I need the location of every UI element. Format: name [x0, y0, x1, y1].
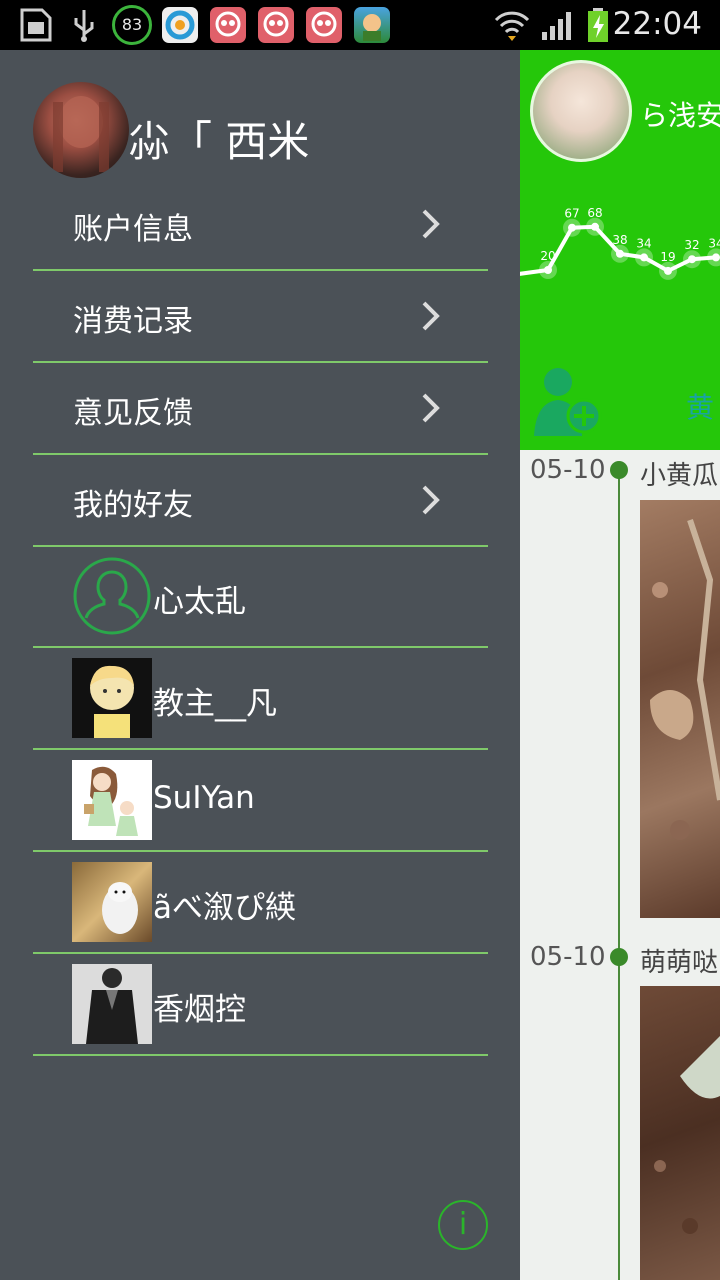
main-content-peek[interactable]: ら浅安 20 67 68 38 34 19 32 34 黄 05-10 小黄瓜 05-10 萌… — [520, 50, 720, 1280]
data-point — [664, 266, 672, 275]
friend-name: 心太乱 — [153, 584, 246, 620]
sim-card-icon — [20, 8, 52, 42]
friend-item[interactable]: 心太乱 — [33, 546, 488, 648]
info-icon[interactable]: i — [438, 1200, 488, 1250]
user-name: 尛「 西米 — [128, 117, 310, 166]
navigation-drawer: 尛「 西米 账户信息 消费记录 意见反馈 我的好友 心太乱 教主__凡 SuIY… — [0, 50, 520, 1280]
data-label: 20 — [540, 249, 555, 263]
menu-item-account-info[interactable]: 账户信息 — [33, 178, 488, 271]
default-avatar-icon — [72, 556, 152, 636]
battery-charging-icon — [588, 8, 608, 42]
data-label: 67 — [564, 207, 579, 221]
data-label: 38 — [612, 233, 627, 247]
trend-chart: 20 67 68 38 34 19 32 34 — [520, 206, 720, 280]
wifi-icon — [494, 11, 530, 41]
data-point — [544, 266, 552, 274]
menu-item-label: 我的好友 — [73, 488, 193, 523]
data-point — [568, 223, 576, 232]
data-point — [591, 222, 599, 231]
menu-item-label: 意见反馈 — [73, 396, 193, 431]
timeline-date: 05-10 — [530, 942, 606, 972]
timeline-date: 05-10 — [530, 455, 606, 485]
menu-item-label: 账户信息 — [73, 212, 193, 247]
data-point — [688, 255, 696, 264]
clock: 22:04 — [612, 6, 702, 42]
timeline-dot — [610, 461, 628, 479]
friend-name: SuIYan — [153, 780, 255, 816]
game-icon — [354, 7, 390, 43]
app-icon-3 — [306, 7, 342, 43]
qq-browser-icon — [162, 7, 198, 43]
data-label: 34 — [636, 236, 651, 250]
data-label: 68 — [587, 206, 602, 220]
app-icon-2 — [258, 7, 294, 43]
chevron-right-icon — [422, 393, 440, 423]
app-icon-1 — [210, 7, 246, 43]
data-point — [616, 249, 624, 258]
friend-avatar — [72, 658, 152, 738]
data-point — [712, 253, 720, 262]
chevron-right-icon — [422, 485, 440, 515]
add-friend-icon[interactable] — [528, 358, 608, 438]
menu-item-my-friends[interactable]: 我的好友 — [33, 454, 488, 547]
data-point — [640, 253, 648, 262]
profile-subname: 黄 — [686, 391, 715, 424]
chevron-right-icon — [422, 209, 440, 239]
timeline-title: 小黄瓜 — [640, 461, 719, 491]
data-label: 34 — [708, 236, 720, 250]
battery-badge-icon: 83 — [112, 5, 152, 45]
profile-avatar[interactable] — [530, 60, 632, 162]
friend-avatar — [72, 964, 152, 1044]
user-avatar[interactable] — [33, 82, 129, 178]
friend-avatar — [72, 760, 152, 840]
friend-item[interactable]: 香烟控 — [33, 954, 488, 1056]
signal-icon — [542, 12, 571, 40]
profile-header: ら浅安 20 67 68 38 34 19 32 34 黄 — [520, 50, 720, 450]
timeline-dot — [610, 948, 628, 966]
friend-avatar — [72, 862, 152, 942]
friend-name: 香烟控 — [153, 992, 246, 1028]
timeline-photo[interactable] — [640, 500, 720, 918]
timeline-line — [618, 470, 620, 1280]
data-label: 32 — [684, 238, 699, 252]
menu-item-feedback[interactable]: 意见反馈 — [33, 362, 488, 455]
chevron-right-icon — [422, 301, 440, 331]
data-label: 19 — [660, 250, 675, 264]
menu-item-label: 消费记录 — [73, 304, 193, 339]
friend-item[interactable]: 教主__凡 — [33, 648, 488, 750]
friend-name: ãべ溆ぴ緓 — [153, 890, 296, 926]
status-bar: 83 22:04 — [0, 0, 720, 50]
menu-item-consumption-records[interactable]: 消费记录 — [33, 270, 488, 363]
friend-item[interactable]: SuIYan — [33, 750, 488, 852]
friend-item[interactable]: ãべ溆ぴ緓 — [33, 852, 488, 954]
usb-icon — [74, 10, 94, 42]
timeline-photo[interactable] — [640, 986, 720, 1280]
timeline-title: 萌萌哒 — [640, 948, 719, 978]
friend-name: 教主__凡 — [153, 686, 277, 722]
profile-name: ら浅安 — [640, 99, 720, 132]
